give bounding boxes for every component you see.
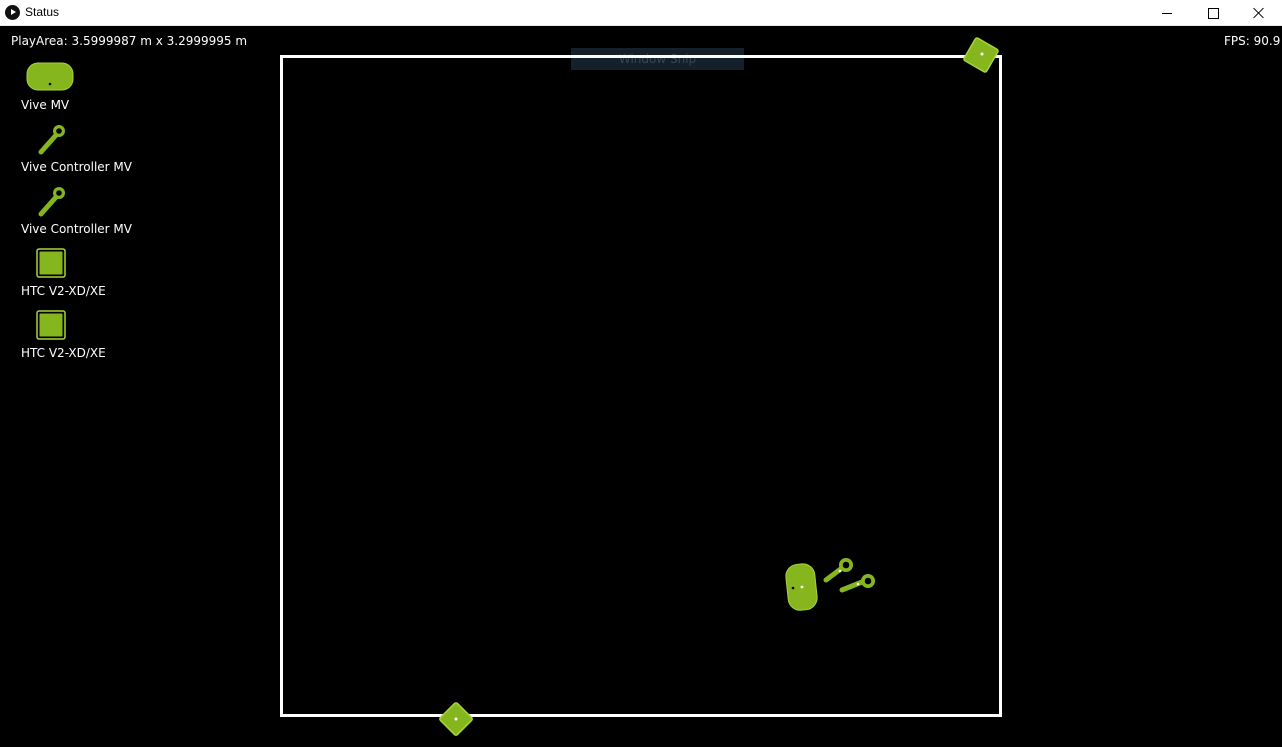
minimize-button[interactable]: [1144, 0, 1190, 26]
title-bar: Status: [0, 0, 1282, 26]
hmd-icon: [26, 62, 74, 91]
base-station-icon: [36, 248, 66, 278]
hmd-marker: [785, 563, 818, 611]
device-label: Vive Controller MV: [21, 222, 132, 236]
device-item-controller-1: Vive Controller MV: [21, 124, 181, 180]
controller-icon: [38, 125, 65, 155]
close-icon: [1253, 7, 1265, 19]
device-label: Vive MV: [21, 98, 70, 112]
base-station-icon: [36, 310, 66, 340]
device-label: HTC V2-XD/XE: [21, 346, 106, 360]
controller-icon: [38, 187, 65, 217]
fps-counter: FPS: 90.9: [1224, 34, 1281, 48]
play-area-size: PlayArea: 3.5999987 m x 3.2999995 m: [11, 34, 248, 48]
base-station-marker: [439, 702, 473, 736]
play-area-boundary: [280, 55, 1002, 717]
device-item-controller-2: Vive Controller MV: [21, 186, 181, 242]
minimize-icon: [1162, 12, 1172, 14]
device-item-hmd: Vive MV: [21, 62, 181, 118]
device-item-base-station-2: HTC V2-XD/XE: [21, 310, 181, 366]
controller-marker: [839, 574, 875, 593]
device-label: Vive Controller MV: [21, 160, 132, 174]
maximize-icon: [1207, 7, 1219, 19]
base-station-marker: [963, 37, 999, 73]
close-button[interactable]: [1236, 0, 1282, 26]
device-label: HTC V2-XD/XE: [21, 284, 106, 298]
app-icon: [5, 5, 20, 20]
window-title: Status: [25, 5, 60, 19]
maximize-button[interactable]: [1190, 0, 1236, 26]
device-item-base-station-1: HTC V2-XD/XE: [21, 248, 181, 304]
